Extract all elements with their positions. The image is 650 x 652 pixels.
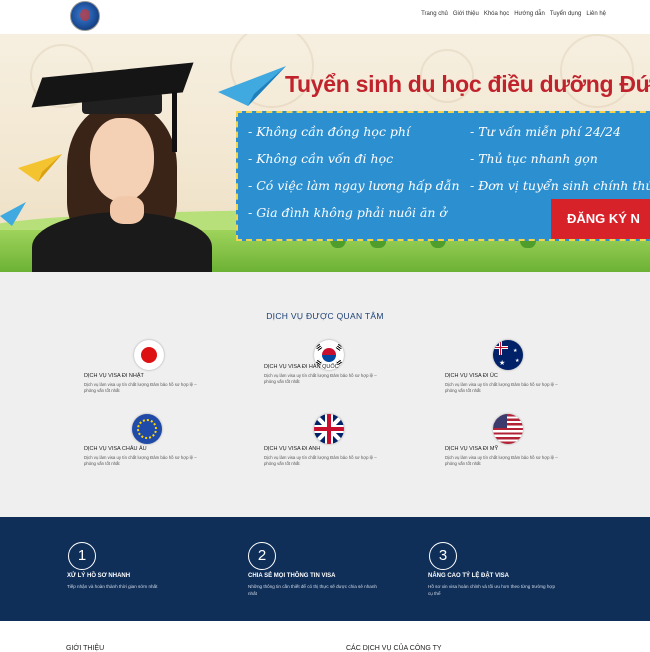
footer-title-about: GIỚI THIỆU xyxy=(66,645,105,652)
step-title: CHIA SẺ MỌI THÔNG TIN VISA xyxy=(248,573,336,579)
service-description: Dịch vụ làm visa uy tín chất lượng Đảm b… xyxy=(264,455,377,466)
benefit-item: - Gia đình không phải nuôi ăn ở xyxy=(248,205,447,220)
step-title: XỬ LÝ HỒ SƠ NHANH xyxy=(67,573,131,579)
service-description: Dịch vụ làm visa uy tín chất lượng Đảm b… xyxy=(445,382,558,393)
nav-item-about[interactable]: Giới thiệu xyxy=(453,11,479,17)
step-description: Tiếp nhận và hoàn thành thời gian sớm nh… xyxy=(67,584,158,589)
footer: GIỚI THIỆU CÁC DỊCH VỤ CỦA CÔNG TY xyxy=(0,621,650,652)
service-title[interactable]: DỊCH VỤ VISA ĐI ÚC xyxy=(445,373,498,379)
usa-flag-icon[interactable] xyxy=(493,414,523,444)
benefit-item: - Không cần vốn đi học xyxy=(248,151,394,166)
site-header: Trang chủ Giới thiệu Khóa học Hướng dẫn … xyxy=(0,0,650,34)
eu-flag-icon[interactable] xyxy=(132,414,162,444)
japan-flag-icon[interactable] xyxy=(134,340,164,370)
hero-banner[interactable]: Tuyển sinh du học điều dưỡng Đức - Không… xyxy=(0,34,650,272)
service-title[interactable]: DỊCH VỤ VISA CHÂU ÂU xyxy=(84,446,147,452)
step-description: Những thông tin cần thiết để có thị thực… xyxy=(248,584,377,596)
benefit-item: - Tư vấn miễn phí 24/24 xyxy=(470,124,621,139)
step-description: Hồ sơ xin visa hoàn chỉnh và tối ưu hơn … xyxy=(428,584,555,596)
service-description: Dịch vụ làm visa uy tín chất lượng Đảm b… xyxy=(84,382,197,393)
nav-item-home[interactable]: Trang chủ xyxy=(421,11,448,17)
register-button[interactable]: ĐĂNG KÝ N xyxy=(551,199,650,239)
section-title: DỊCH VỤ ĐƯỢC QUAN TÂM xyxy=(266,311,384,321)
globe-logo-icon[interactable] xyxy=(70,1,100,31)
paper-plane-icon xyxy=(218,66,286,106)
footer-title-services: CÁC DỊCH VỤ CỦA CÔNG TY xyxy=(346,645,442,652)
step-number-icon: 2 xyxy=(248,542,276,570)
step-number-icon: 1 xyxy=(68,542,96,570)
benefit-item: - Có việc làm ngay lương hấp dẫn xyxy=(248,178,460,193)
service-description: Dịch vụ làm visa uy tín chất lượng Đảm b… xyxy=(445,455,558,466)
nav-item-guide[interactable]: Hướng dẫn xyxy=(514,11,545,17)
service-title[interactable]: DỊCH VỤ VISA ĐI ANH xyxy=(264,446,320,452)
uk-flag-icon[interactable] xyxy=(314,414,344,444)
graduate-girl-illustration xyxy=(22,62,212,272)
step-number-icon: 3 xyxy=(429,542,457,570)
process-steps-section: 1 XỬ LÝ HỒ SƠ NHANH Tiếp nhận và hoàn th… xyxy=(0,517,650,621)
benefit-item: - Thủ tục nhanh gọn xyxy=(470,151,598,166)
nav-item-recruitment[interactable]: Tuyển dụng xyxy=(550,11,581,17)
service-title[interactable]: DỊCH VỤ VISA ĐI HÀN QUỐC xyxy=(264,364,339,370)
benefit-item: - Không cần đóng học phí xyxy=(248,124,410,139)
nav-item-courses[interactable]: Khóa học xyxy=(484,11,509,17)
benefit-item: - Đơn vị tuyển sinh chính thức xyxy=(470,178,650,193)
australia-flag-icon[interactable]: ★ ★ ★ xyxy=(493,340,523,370)
nav-item-contact[interactable]: Liên hệ xyxy=(586,11,606,17)
service-description: Dịch vụ làm visa uy tín chất lượng Đảm b… xyxy=(84,455,197,466)
service-description: Dịch vụ làm visa uy tín chất lượng Đảm b… xyxy=(264,373,377,384)
step-title: NÂNG CAO TỶ LỆ ĐẬT VISA xyxy=(428,573,510,579)
service-title[interactable]: DỊCH VỤ VISA ĐI MỸ xyxy=(445,446,498,452)
main-nav: Trang chủ Giới thiệu Khóa học Hướng dẫn … xyxy=(421,11,606,17)
hero-title: Tuyển sinh du học điều dưỡng Đức xyxy=(285,71,650,97)
services-section: DỊCH VỤ ĐƯỢC QUAN TÂM DỊCH VỤ VISA ĐI NH… xyxy=(0,272,650,517)
service-title[interactable]: DỊCH VỤ VISA ĐI NHẬT xyxy=(84,373,144,379)
